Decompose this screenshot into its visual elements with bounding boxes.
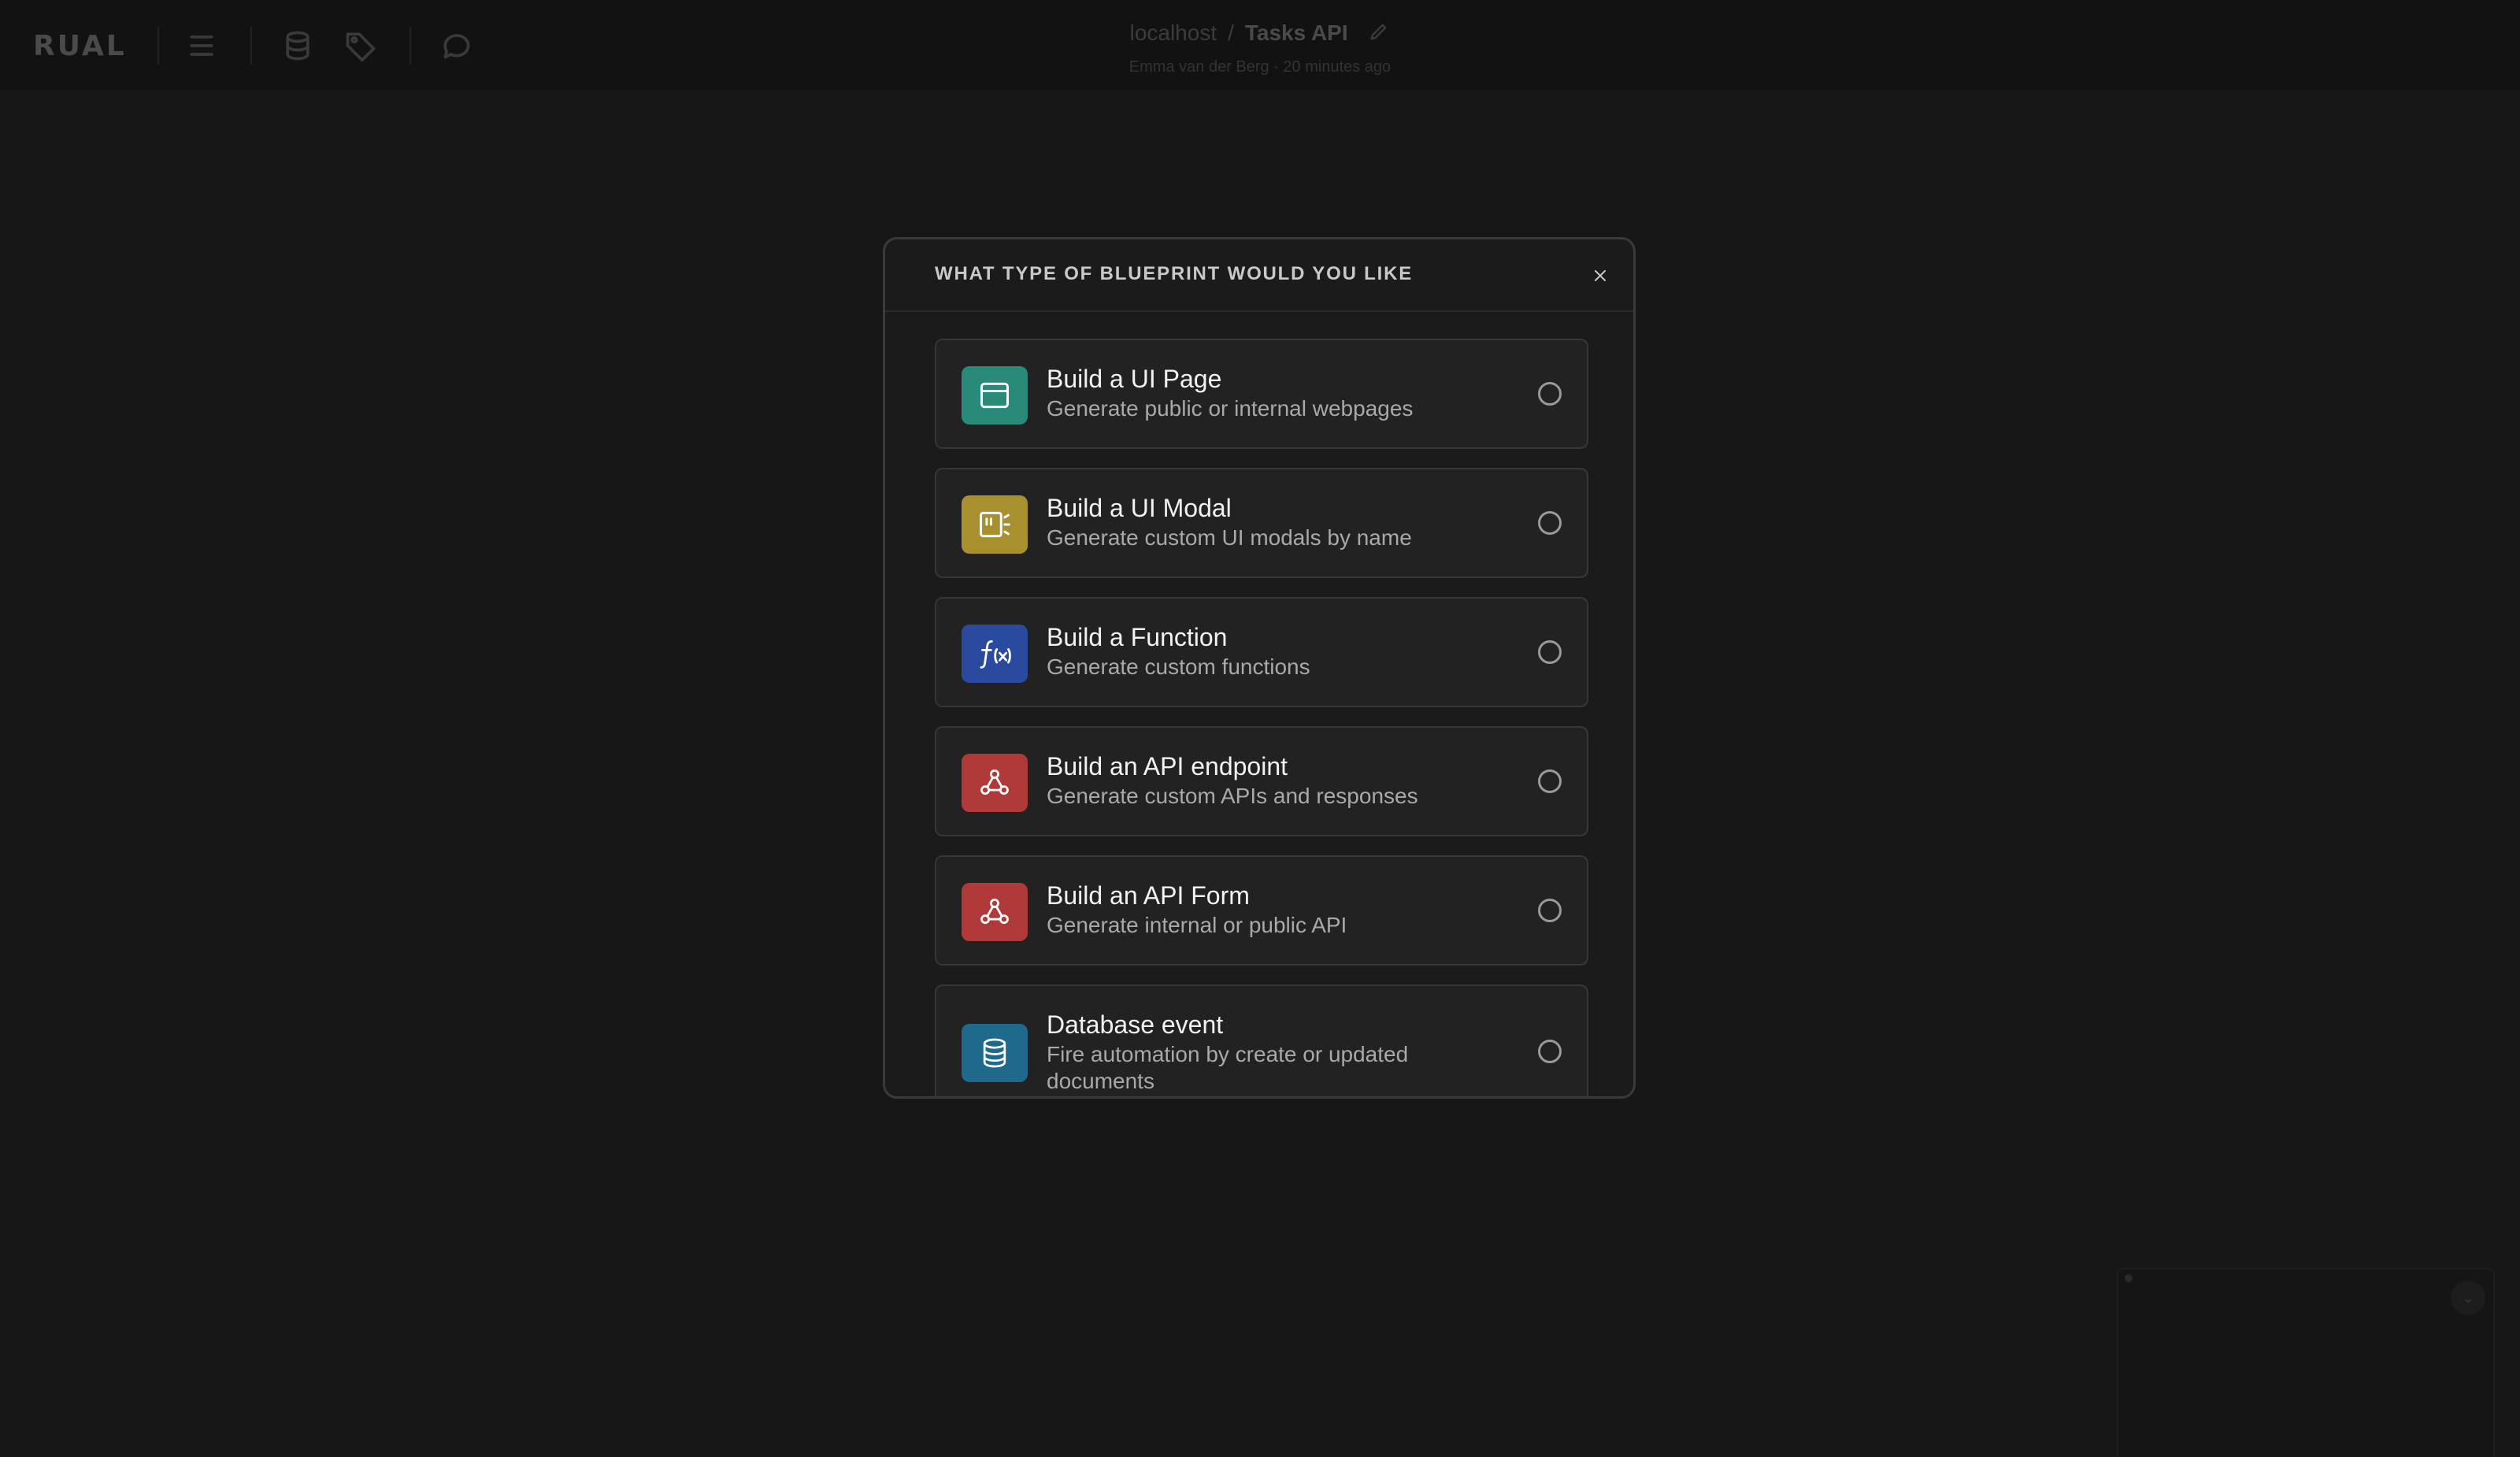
collapse-chevron-icon[interactable]: ⌄ <box>2451 1281 2485 1315</box>
resize-handle-icon[interactable] <box>2125 1274 2133 1282</box>
last-edited-info: Emma van der Berg · 20 minutes ago <box>1128 58 1392 76</box>
option-radio[interactable] <box>1538 511 1562 535</box>
browser-window-icon <box>962 366 1028 424</box>
option-radio[interactable] <box>1538 769 1562 793</box>
option-text: Database event Fire automation by create… <box>1047 1010 1488 1095</box>
option-title: Build a UI Modal <box>1047 494 1232 522</box>
option-api-form[interactable]: Build an API Form Generate internal or p… <box>935 855 1588 966</box>
option-ui-modal[interactable]: Build a UI Modal Generate custom UI moda… <box>935 468 1588 578</box>
app-root: RUAL localhost / Tasks API Emma van der Be… <box>0 0 2520 1457</box>
option-description: Generate custom UI modals by name <box>1047 525 1412 550</box>
breadcrumb: localhost / Tasks API <box>0 20 2520 48</box>
option-description: Generate custom APIs and responses <box>1047 784 1418 808</box>
edit-pencil-icon[interactable] <box>1368 20 1390 48</box>
option-description: Generate custom functions <box>1047 654 1310 679</box>
option-description: Generate internal or public API <box>1047 913 1347 937</box>
modal-title: WHAT TYPE OF BLUEPRINT WOULD YOU LIKE <box>935 263 1414 284</box>
option-database-event[interactable]: Database event Fire automation by create… <box>935 984 1588 1096</box>
breadcrumb-separator: / <box>1228 20 1234 45</box>
modal-header: WHAT TYPE OF BLUEPRINT WOULD YOU LIKE <box>885 239 1633 312</box>
option-text: Build an API Form Generate internal or p… <box>1047 881 1488 939</box>
breadcrumb-project[interactable]: Tasks API <box>1245 20 1348 45</box>
option-ui-page[interactable]: Build a UI Page Generate public or inter… <box>935 339 1588 449</box>
option-title: Build an API Form <box>1047 881 1250 910</box>
option-radio[interactable] <box>1538 382 1562 406</box>
option-title: Build an API endpoint <box>1047 752 1288 780</box>
option-function[interactable]: Build a Function Generate custom functio… <box>935 597 1588 707</box>
option-text: Build an API endpoint Generate custom AP… <box>1047 751 1488 810</box>
modal-icon <box>962 495 1028 554</box>
function-icon <box>962 625 1028 683</box>
breadcrumb-host[interactable]: localhost <box>1130 20 1217 45</box>
option-title: Build a UI Page <box>1047 365 1222 393</box>
option-radio[interactable] <box>1538 640 1562 664</box>
option-text: Build a UI Modal Generate custom UI moda… <box>1047 493 1488 551</box>
option-radio[interactable] <box>1538 899 1562 922</box>
option-description: Fire automation by create or updated doc… <box>1047 1042 1409 1093</box>
blueprint-options-list: Build a UI Page Generate public or inter… <box>935 339 1588 1096</box>
blueprint-type-modal: WHAT TYPE OF BLUEPRINT WOULD YOU LIKE Bu… <box>883 237 1636 1099</box>
option-text: Build a Function Generate custom functio… <box>1047 622 1488 680</box>
option-radio[interactable] <box>1538 1040 1562 1063</box>
webhook-icon <box>962 883 1028 941</box>
option-title: Build a Function <box>1047 623 1228 651</box>
option-api-endpoint[interactable]: Build an API endpoint Generate custom AP… <box>935 726 1588 836</box>
close-button[interactable] <box>1586 261 1614 290</box>
option-title: Database event <box>1047 1010 1224 1039</box>
top-bar: RUAL localhost / Tasks API Emma van der Be… <box>0 0 2520 91</box>
option-text: Build a UI Page Generate public or inter… <box>1047 364 1488 422</box>
webhook-icon <box>962 754 1028 812</box>
mini-panel: ⌄ <box>2117 1268 2495 1457</box>
close-icon <box>1595 270 1606 281</box>
option-description: Generate public or internal webpages <box>1047 396 1414 421</box>
database-icon <box>962 1024 1028 1082</box>
